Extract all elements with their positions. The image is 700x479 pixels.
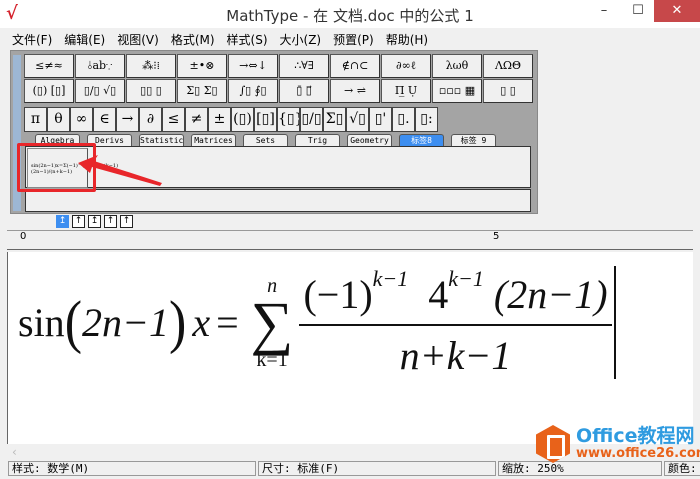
palette-button[interactable]: ⁂⁝⁞	[126, 54, 176, 78]
template-palette-button[interactable]: ▯▯ ▯	[126, 79, 176, 103]
menu-style[interactable]: 样式(S)	[221, 29, 274, 49]
symbol-button[interactable]: ▯'	[369, 107, 392, 132]
tab-8[interactable]: 标签 9	[451, 134, 496, 146]
symbol-button[interactable]: ▯.	[392, 107, 415, 132]
formula: sin (2n−1) x = n ∑ k=1 (−1)k−1 4k−1 (2n−…	[18, 266, 616, 379]
palette-button[interactable]: →⇔↓	[228, 54, 278, 78]
menu-preferences[interactable]: 预置(P)	[327, 29, 380, 49]
symbol-button[interactable]: [▯]	[254, 107, 277, 132]
symbol-button[interactable]: →	[116, 107, 139, 132]
ruler-mark-0: 0	[20, 231, 27, 242]
template-palette-button[interactable]: → ⇌	[330, 79, 380, 103]
summation: n ∑ k=1	[251, 276, 294, 370]
menu-format[interactable]: 格式(M)	[165, 29, 221, 49]
exponent-1: k−1	[372, 266, 409, 291]
tab-7[interactable]: 标签8	[399, 134, 444, 146]
fraction: (−1)k−1 4k−1 (2n−1) n+k−1	[299, 266, 616, 379]
sin-function: sin	[18, 300, 65, 345]
ruler-mark-5: 5	[493, 231, 500, 242]
template-palette-button[interactable]: Π̲ Ụ	[381, 79, 431, 103]
minimize-button[interactable]: –	[586, 0, 622, 22]
symbol-button[interactable]: {▯}	[277, 107, 300, 132]
sigma-symbol: ∑	[250, 289, 294, 356]
template-palette-button[interactable]: ▯ ▯	[483, 79, 533, 103]
symbol-button[interactable]: ▯:	[415, 107, 438, 132]
denominator: n+k−1	[399, 333, 512, 378]
nudge-button-4[interactable]: ↑	[104, 215, 117, 228]
symbol-button[interactable]: ∞	[70, 107, 93, 132]
tab-5[interactable]: Trig	[295, 134, 340, 146]
watermark-brand: Office教程网	[576, 425, 695, 448]
menu-help[interactable]: 帮助(H)	[380, 29, 434, 49]
palette-button[interactable]: ∴∀∃	[279, 54, 329, 78]
symbol-button[interactable]: ∈	[93, 107, 116, 132]
tab-4[interactable]: Sets	[243, 134, 288, 146]
status-zoom: 缩放: 250%	[498, 461, 662, 476]
numerator-term-3: (2n−1)	[493, 272, 608, 317]
template-tray-secondary	[25, 189, 531, 212]
menu-size[interactable]: 大小(Z)	[274, 29, 328, 49]
tab-6[interactable]: Geometry	[347, 134, 392, 146]
menu-file[interactable]: 文件(F)	[6, 29, 58, 49]
nudge-button-1[interactable]: ↥	[56, 215, 69, 228]
status-size: 尺寸: 标准(F)	[258, 461, 496, 476]
palette-button[interactable]: ∉∩⊂	[330, 54, 380, 78]
template-palette-button[interactable]: ▯̄ ▯⃗	[279, 79, 329, 103]
symbol-button[interactable]: Σ▯	[323, 107, 346, 132]
variable-x: x	[192, 300, 211, 345]
template-palette-button[interactable]: ∫▯ ∮▯	[228, 79, 278, 103]
symbol-button[interactable]: ≤	[162, 107, 185, 132]
nudge-button-3[interactable]: ↥	[88, 215, 101, 228]
symbol-button[interactable]: ≠	[185, 107, 208, 132]
menu-view[interactable]: 视图(V)	[111, 29, 165, 49]
template-palette-button[interactable]: (▯) [▯]	[24, 79, 74, 103]
maximize-button[interactable]: ☐	[620, 0, 656, 22]
status-bar: 样式: 数学(M) 尺寸: 标准(F) 缩放: 250% 颜色:	[8, 461, 700, 476]
office-logo-icon	[536, 425, 570, 463]
nudge-buttons: ↥ ↑ ↥ ↑ ↑	[56, 215, 133, 228]
menu-bar: 文件(F) 编辑(E) 视图(V) 格式(M) 样式(S) 大小(Z) 预置(P…	[6, 29, 434, 49]
symbol-button[interactable]: ±	[208, 107, 231, 132]
palette-button[interactable]: ≤≠≈	[24, 54, 74, 78]
palette-button[interactable]: ΛΩΘ	[483, 54, 533, 78]
symbol-button[interactable]: ∂	[139, 107, 162, 132]
palette-button[interactable]: λωθ	[432, 54, 482, 78]
symbol-button[interactable]: (▯)	[231, 107, 254, 132]
nudge-button-5[interactable]: ↑	[120, 215, 133, 228]
numerator-term-2: 4	[428, 272, 449, 317]
palette-button[interactable]: ∂∞ℓ	[381, 54, 431, 78]
numerator: (−1)k−1 4k−1 (2n−1)	[299, 266, 612, 326]
template-palette-button[interactable]: ▫▫▫ ▦	[432, 79, 482, 103]
status-color: 颜色:	[668, 462, 697, 475]
symbol-button[interactable]: θ	[47, 107, 70, 132]
title-bar: √ MathType - 在 文档.doc 中的公式 1 – ☐ ✕	[0, 0, 700, 28]
palette-button[interactable]: ⫰ab∵	[75, 54, 125, 78]
annotation-arrow-icon	[78, 155, 162, 186]
tab-3[interactable]: Matrices	[191, 134, 236, 146]
palette-button[interactable]: ±•⊗	[177, 54, 227, 78]
symbol-button[interactable]: π	[24, 107, 47, 132]
tab-2[interactable]: Statistics	[139, 134, 184, 146]
menu-edit[interactable]: 编辑(E)	[58, 29, 111, 49]
sin-argument: 2n−1	[82, 300, 170, 345]
status-style: 样式: 数学(M)	[8, 461, 256, 476]
watermark: Office教程网 www.office26.com	[536, 425, 700, 463]
template-palette-button[interactable]: Σ▯ Σ▯	[177, 79, 227, 103]
exponent-2: k−1	[448, 266, 484, 291]
ruler[interactable]: 0 5	[7, 230, 693, 250]
watermark-url: www.office26.com	[576, 446, 700, 462]
sum-lower-limit: k=1	[256, 348, 288, 371]
symbol-button[interactable]: √▯	[346, 107, 369, 132]
equals-sign: =	[216, 300, 239, 345]
close-button[interactable]: ✕	[654, 0, 700, 22]
template-palette-button[interactable]: ▯/▯ √▯	[75, 79, 125, 103]
nudge-button-2[interactable]: ↑	[72, 215, 85, 228]
equation-editor-area[interactable]: sin (2n−1) x = n ∑ k=1 (−1)k−1 4k−1 (2n−…	[7, 252, 693, 444]
symbol-button[interactable]: ▯/▯	[300, 107, 323, 132]
numerator-term-1: (−1)	[303, 272, 373, 317]
